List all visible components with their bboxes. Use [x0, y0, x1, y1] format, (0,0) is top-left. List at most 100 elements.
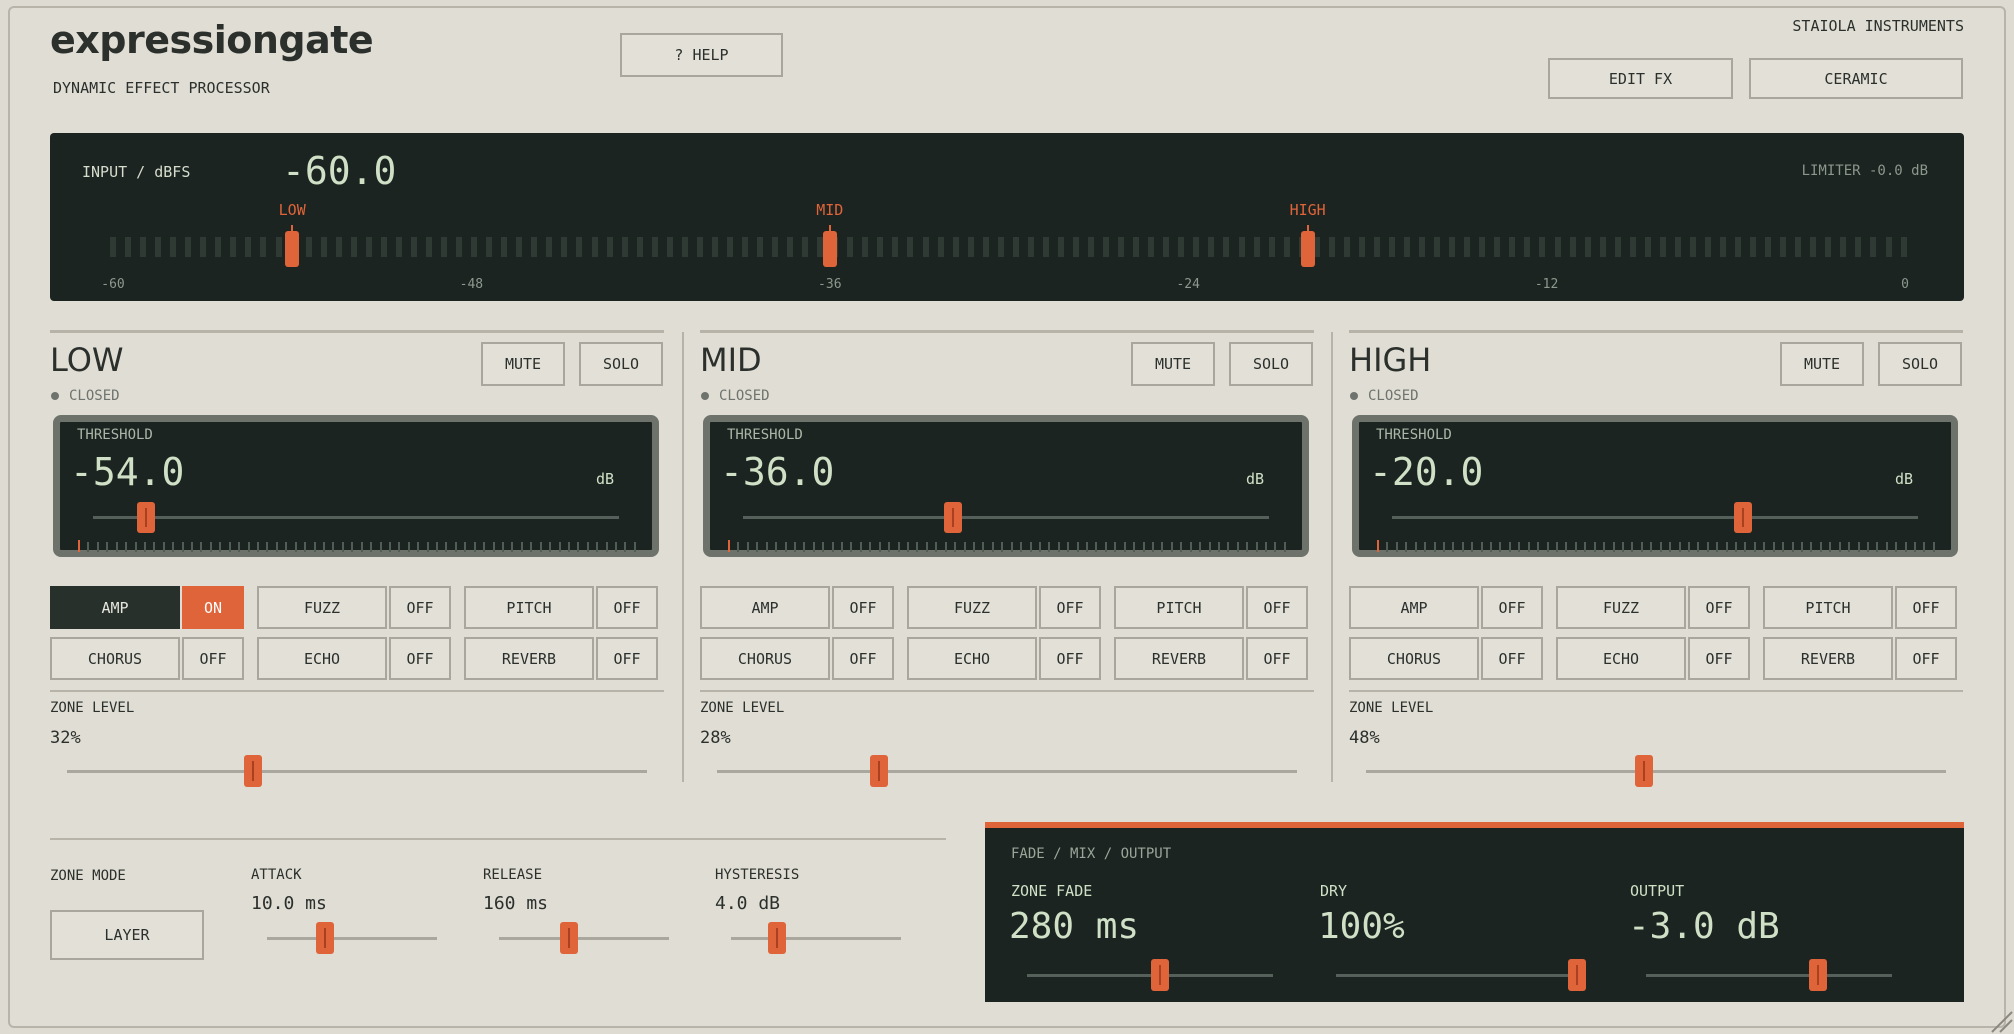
hysteresis-slider-handle[interactable] — [767, 922, 786, 954]
fx-reverb-toggle-high[interactable]: OFF — [1895, 637, 1957, 680]
output-slider-track[interactable] — [1646, 974, 1892, 977]
threshold-tick — [1386, 542, 1389, 552]
threshold-value: -54.0 — [70, 450, 185, 494]
output-slider-handle[interactable] — [1809, 959, 1828, 991]
meter-segment — [1870, 237, 1877, 257]
meter-segment — [1253, 237, 1260, 257]
meter-segment — [892, 237, 899, 257]
threshold-slider-track[interactable] — [743, 516, 1269, 519]
hysteresis-slider-track[interactable] — [731, 937, 901, 940]
fx-reverb-toggle-low[interactable]: OFF — [596, 637, 658, 680]
fx-chorus-toggle-low[interactable]: OFF — [182, 637, 244, 680]
fx-amp-button-high[interactable]: AMP — [1349, 586, 1479, 629]
fx-pitch-button-low[interactable]: PITCH — [464, 586, 594, 629]
threshold-tick — [1189, 542, 1192, 552]
threshold-ticks — [728, 540, 1286, 552]
attack-slider-track[interactable] — [267, 937, 437, 940]
theme-button[interactable]: CERAMIC — [1749, 58, 1963, 99]
zone-level-slider-handle[interactable] — [870, 755, 889, 787]
mute-button-high[interactable]: MUTE — [1780, 342, 1864, 386]
threshold-tick — [1038, 542, 1041, 552]
fx-fuzz-toggle-mid[interactable]: OFF — [1039, 586, 1101, 629]
zone-mode-label: ZONE MODE — [50, 868, 126, 884]
meter-segment — [1208, 237, 1215, 257]
zone-level-slider-track[interactable] — [717, 770, 1297, 773]
threshold-tick — [1914, 542, 1917, 552]
meter-segment — [1644, 237, 1651, 257]
threshold-tick — [492, 542, 495, 552]
release-slider-handle[interactable] — [559, 922, 578, 954]
fx-fuzz-toggle-high[interactable]: OFF — [1688, 586, 1750, 629]
threshold-slider-handle[interactable] — [944, 502, 963, 533]
threshold-tick — [172, 542, 175, 552]
fx-chorus-button-mid[interactable]: CHORUS — [700, 637, 830, 680]
dry-slider-track[interactable] — [1336, 974, 1582, 977]
mute-button-low[interactable]: MUTE — [481, 342, 565, 386]
threshold-tick — [1490, 542, 1493, 552]
solo-button-low[interactable]: SOLO — [579, 342, 663, 386]
fx-echo-toggle-high[interactable]: OFF — [1688, 637, 1750, 680]
fx-echo-button-high[interactable]: ECHO — [1556, 637, 1686, 680]
threshold-value: -20.0 — [1369, 450, 1484, 494]
fx-fuzz-button-high[interactable]: FUZZ — [1556, 586, 1686, 629]
fx-chorus-toggle-high[interactable]: OFF — [1481, 637, 1543, 680]
fx-echo-button-mid[interactable]: ECHO — [907, 637, 1037, 680]
fx-amp-button-low[interactable]: AMP — [50, 586, 180, 629]
fx-pitch-toggle-mid[interactable]: OFF — [1246, 586, 1308, 629]
help-button[interactable]: ? HELP — [620, 33, 783, 77]
fx-fuzz-button-low[interactable]: FUZZ — [257, 586, 387, 629]
solo-button-mid[interactable]: SOLO — [1229, 342, 1313, 386]
band-threshold-handle[interactable] — [822, 231, 837, 267]
fx-reverb-button-low[interactable]: REVERB — [464, 637, 594, 680]
threshold-tick — [1499, 542, 1502, 552]
zone-level-slider-track[interactable] — [67, 770, 647, 773]
fx-reverb-button-high[interactable]: REVERB — [1763, 637, 1893, 680]
threshold-slider-track[interactable] — [93, 516, 619, 519]
fx-chorus-toggle-mid[interactable]: OFF — [832, 637, 894, 680]
threshold-slider-track[interactable] — [1392, 516, 1918, 519]
fx-pitch-button-mid[interactable]: PITCH — [1114, 586, 1244, 629]
meter-segment — [456, 237, 463, 257]
threshold-tick — [1603, 542, 1606, 552]
band-threshold-handle[interactable] — [1300, 231, 1315, 267]
fx-pitch-toggle-high[interactable]: OFF — [1895, 586, 1957, 629]
solo-button-high[interactable]: SOLO — [1878, 342, 1962, 386]
fx-fuzz-toggle-low[interactable]: OFF — [389, 586, 451, 629]
threshold-tick — [1885, 542, 1888, 552]
dry-slider-handle[interactable] — [1568, 959, 1587, 991]
fx-pitch-toggle-low[interactable]: OFF — [596, 586, 658, 629]
fx-chorus-button-low[interactable]: CHORUS — [50, 637, 180, 680]
zone-fade-slider-handle[interactable] — [1150, 959, 1169, 991]
mute-button-mid[interactable]: MUTE — [1131, 342, 1215, 386]
fx-pitch-button-high[interactable]: PITCH — [1763, 586, 1893, 629]
fx-echo-toggle-low[interactable]: OFF — [389, 637, 451, 680]
release-slider-track[interactable] — [499, 937, 669, 940]
fx-fuzz-button-mid[interactable]: FUZZ — [907, 586, 1037, 629]
zone-level-label: ZONE LEVEL — [700, 700, 785, 716]
zone-level-slider-handle[interactable] — [1635, 755, 1654, 787]
zone-mode-button[interactable]: LAYER — [50, 910, 204, 960]
status-dot-icon — [701, 392, 709, 400]
threshold-slider-handle[interactable] — [1733, 502, 1752, 533]
band-threshold-handle[interactable] — [285, 231, 300, 267]
threshold-tick — [87, 542, 90, 552]
fx-reverb-button-mid[interactable]: REVERB — [1114, 637, 1244, 680]
fx-amp-toggle-mid[interactable]: OFF — [832, 586, 894, 629]
zone-level-slider-track[interactable] — [1366, 770, 1946, 773]
fx-amp-button-mid[interactable]: AMP — [700, 586, 830, 629]
edit-fx-button[interactable]: EDIT FX — [1548, 58, 1733, 99]
attack-slider-handle[interactable] — [315, 922, 334, 954]
zone-level-slider-handle[interactable] — [243, 755, 262, 787]
brand-logo: expressiongate — [50, 18, 374, 62]
threshold-tick — [765, 542, 768, 552]
resize-grip-icon[interactable] — [1986, 1006, 2014, 1034]
fx-echo-button-low[interactable]: ECHO — [257, 637, 387, 680]
fx-chorus-button-high[interactable]: CHORUS — [1349, 637, 1479, 680]
fx-reverb-toggle-mid[interactable]: OFF — [1246, 637, 1308, 680]
threshold-tick — [1057, 542, 1060, 552]
threshold-slider-handle[interactable] — [136, 502, 155, 533]
fx-echo-toggle-mid[interactable]: OFF — [1039, 637, 1101, 680]
meter-segment — [997, 237, 1004, 257]
fx-amp-toggle-high[interactable]: OFF — [1481, 586, 1543, 629]
fx-amp-toggle-low[interactable]: ON — [182, 586, 244, 629]
